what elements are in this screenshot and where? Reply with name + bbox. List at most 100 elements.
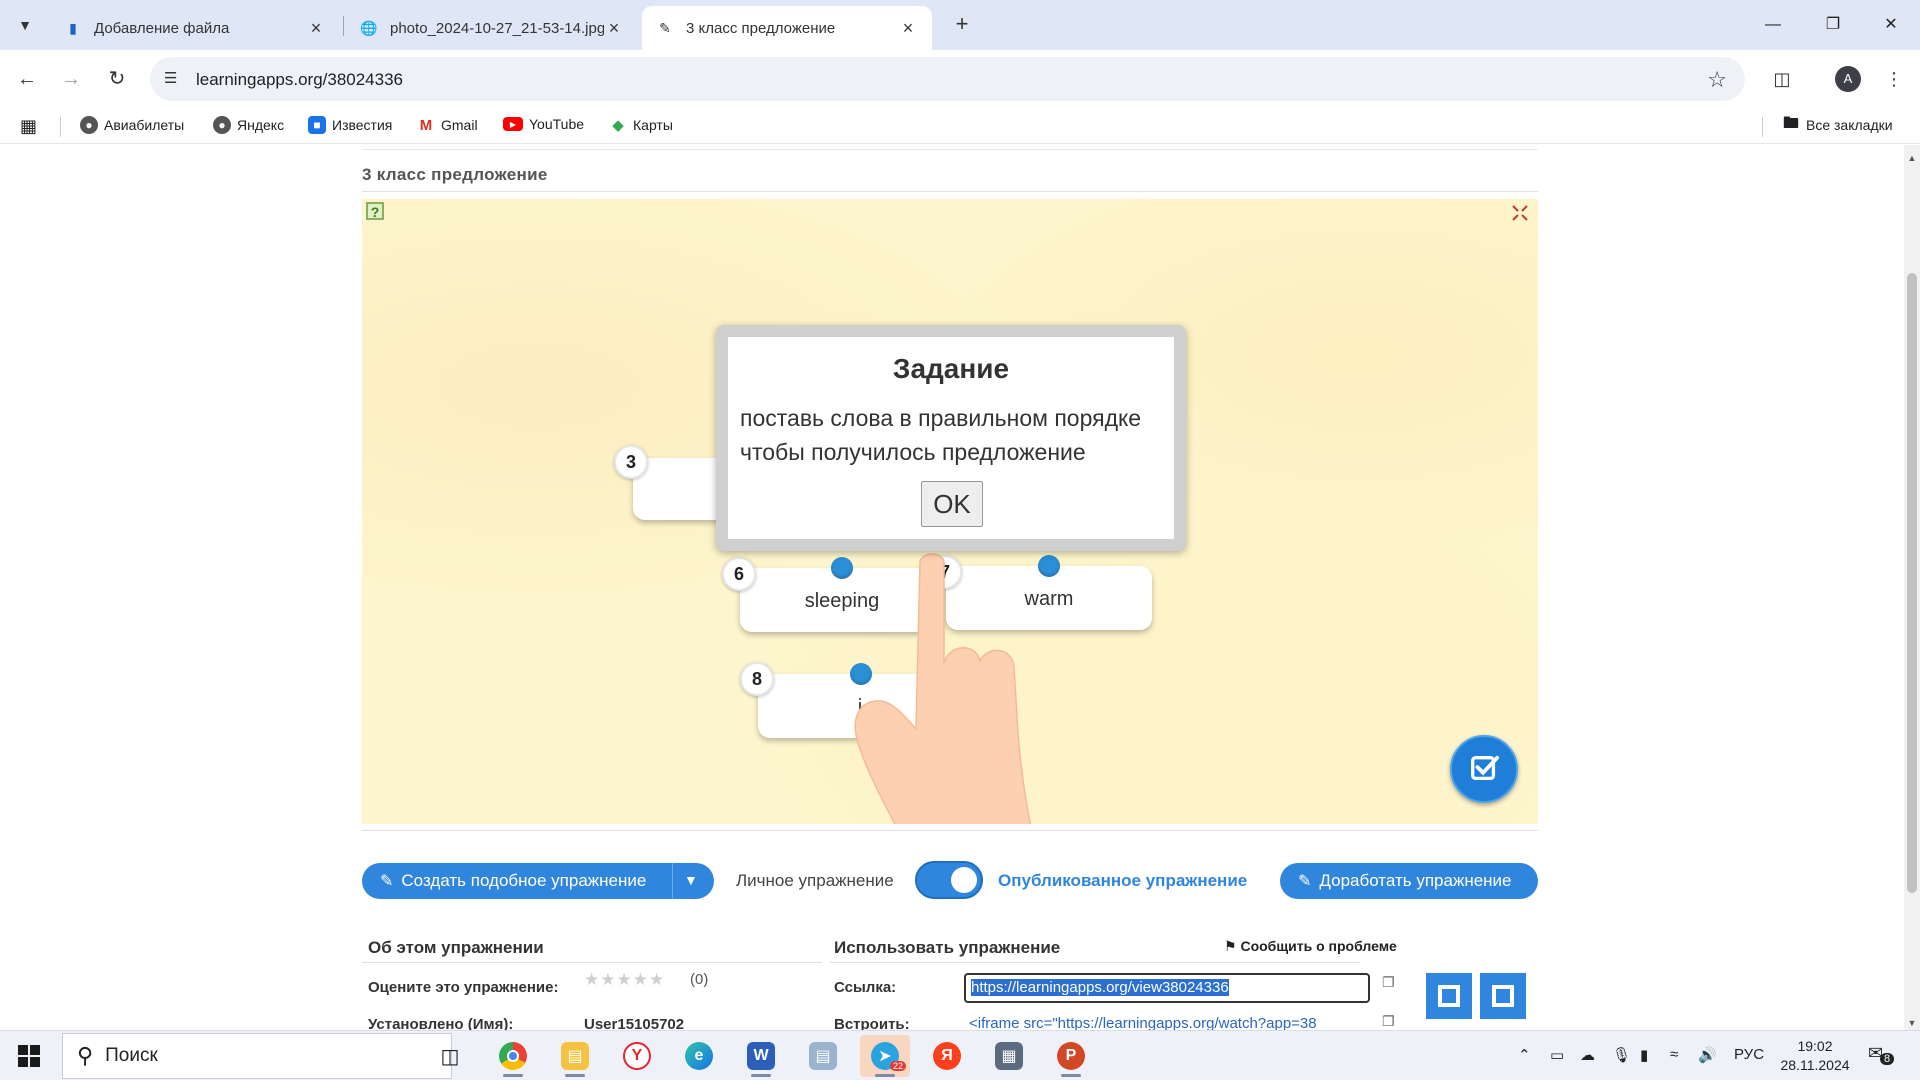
youtube-icon: ▶ (503, 117, 523, 131)
yandex-browser-app[interactable]: Y (612, 1035, 662, 1077)
profile-avatar[interactable]: A (1835, 66, 1861, 92)
izvestia-icon: ■ (308, 116, 326, 134)
bookmark-izvestia[interactable]: ■ Известия (308, 116, 392, 134)
create-similar-button[interactable]: ✎ Создать подобное упражнение ▼ (362, 863, 714, 899)
tab-search-button[interactable]: ▼ (10, 12, 40, 38)
bookmark-youtube[interactable]: ▶ YouTube (503, 116, 584, 132)
dialog-title: Задание (892, 353, 1010, 384)
menu-button[interactable]: ⋮ (1878, 64, 1910, 94)
bookmark-separator (1762, 117, 1763, 137)
all-bookmarks-button[interactable]: 🖿 Все закладки (1782, 114, 1893, 134)
edit-exercise-button[interactable]: ✎ Доработать упражнение (1280, 863, 1538, 899)
divider (830, 962, 1360, 963)
url-text[interactable]: learningapps.org/38024336 (196, 70, 403, 90)
bookmark-aviabilety[interactable]: ● Авиабилеты (80, 116, 184, 134)
windows-start-icon[interactable] (18, 1045, 40, 1067)
new-tab-button[interactable]: + (950, 12, 974, 38)
qr-code-icon[interactable] (1480, 973, 1526, 1019)
bookmark-gmail[interactable]: M Gmail (417, 116, 478, 134)
yandex-icon: Я (933, 1042, 961, 1070)
back-button[interactable]: ← (12, 64, 42, 94)
apps-grid-icon: ▦ (20, 116, 38, 136)
share-link-input[interactable]: https://learningapps.org/view38024336 (964, 973, 1370, 1003)
ok-button[interactable]: OK (921, 481, 983, 527)
calculator-icon: ▦ (995, 1042, 1023, 1070)
language-indicator[interactable]: РУС (1734, 1046, 1764, 1063)
tab-exercise[interactable]: ✎ 3 класс предложение × (642, 6, 932, 50)
task-view-button[interactable]: ◫ (425, 1035, 475, 1077)
edit-icon: ✎ (380, 873, 394, 890)
scroll-up-icon[interactable]: ▲ (1907, 153, 1917, 163)
volume-icon[interactable]: 🔊 (1698, 1046, 1717, 1064)
powerpoint-icon: P (1057, 1042, 1085, 1070)
star-icon[interactable]: ☆ (1707, 67, 1727, 93)
folder-icon: 🖿 (1782, 114, 1799, 132)
caret-down-icon[interactable]: ▼ (684, 872, 698, 888)
clock[interactable]: 19:02 28.11.2024 (1770, 1037, 1860, 1075)
fullscreen-icon[interactable] (1512, 205, 1528, 221)
link-value: https://learningapps.org/view38024336 (971, 979, 1229, 996)
restore-button[interactable]: ❐ (1818, 10, 1848, 40)
battery-icon[interactable]: ▮ (1640, 1046, 1648, 1064)
yandex-browser-icon: Y (623, 1042, 651, 1070)
taskbar-search[interactable]: ⚲ Поиск (62, 1033, 452, 1079)
address-bar[interactable]: ☰ learningapps.org/38024336 ☆ (150, 57, 1745, 101)
scroll-thumb[interactable] (1907, 273, 1917, 893)
device-icon[interactable]: ▭ (1550, 1046, 1564, 1064)
bookmark-yandex[interactable]: ● Яндекс (213, 116, 284, 134)
close-icon[interactable]: × (898, 18, 918, 39)
check-answer-button[interactable] (1450, 735, 1518, 803)
site-info-icon[interactable]: ☰ (164, 69, 177, 87)
calculator-app[interactable]: ▦ (984, 1035, 1034, 1077)
telegram-app[interactable]: ➤ 22 (860, 1035, 910, 1077)
chrome-app[interactable] (488, 1035, 538, 1077)
arrow-right-icon: → (61, 68, 81, 90)
cloud-icon[interactable]: ☁ (1580, 1046, 1595, 1064)
scanner-app[interactable]: ▤ (798, 1035, 848, 1077)
tab-photo[interactable]: 🌐 photo_2024-10-27_21-53-14.jpg × (346, 6, 638, 50)
minimize-button[interactable]: — (1758, 10, 1788, 40)
notifications-button[interactable]: ✉ 8 (1868, 1043, 1895, 1065)
close-icon[interactable]: × (604, 18, 624, 39)
copy-icon[interactable]: ❐ (1382, 1013, 1398, 1029)
bookmark-maps[interactable]: ◆ Карты (609, 116, 673, 134)
folder-icon: ▤ (561, 1042, 589, 1070)
book-icon: ▮ (69, 19, 77, 36)
help-icon[interactable]: ? (365, 201, 387, 223)
copy-icon[interactable]: ❐ (1382, 974, 1398, 990)
tab-separator (343, 16, 344, 36)
microphone-icon[interactable]: 🎙 (1612, 1046, 1631, 1064)
embed-code-input[interactable]: <iframe src="https://learningapps.org/wa… (964, 1011, 1370, 1030)
clock-time: 19:02 (1797, 1038, 1833, 1054)
publish-toggle[interactable] (915, 861, 983, 899)
page-title: 3 класс предложение (362, 165, 548, 184)
link-label: Ссылка: (834, 979, 897, 996)
reload-icon: ↻ (108, 68, 126, 90)
forward-button[interactable]: → (56, 64, 86, 94)
tab-title: photo_2024-10-27_21-53-14.jpg (390, 19, 604, 37)
fullscreen-share-icon[interactable] (1426, 973, 1472, 1019)
edge-icon: e (685, 1042, 713, 1070)
flag-icon: ⚑ (1224, 938, 1237, 954)
yandex-app[interactable]: Я (922, 1035, 972, 1077)
page-content: 3 класс предложение ? 3 sleeping 6 warm … (0, 145, 1920, 1030)
page-scrollbar[interactable]: ▲ ▼ (1904, 145, 1920, 1030)
apps-button[interactable]: ▦ (20, 116, 37, 137)
wifi-icon[interactable]: ≈ (1670, 1046, 1678, 1063)
edge-app[interactable]: e (674, 1035, 724, 1077)
chevron-down-icon: ▼ (18, 17, 32, 33)
close-icon[interactable]: × (306, 18, 326, 39)
exercise-app[interactable]: ? 3 sleeping 6 warm 7 i 8 Задание постав… (362, 199, 1538, 824)
rating-stars[interactable]: ★★★★★ (584, 970, 665, 990)
reload-button[interactable]: ↻ (102, 64, 132, 94)
word-app[interactable]: W (736, 1035, 786, 1077)
scroll-down-icon[interactable]: ▼ (1907, 1018, 1917, 1028)
show-hidden-icons[interactable]: ⌃ (1518, 1046, 1531, 1064)
file-explorer-app[interactable]: ▤ (550, 1035, 600, 1077)
powerpoint-app[interactable]: P (1046, 1035, 1096, 1077)
report-problem-link[interactable]: ⚑ Сообщить о проблеме (1224, 938, 1397, 955)
extensions-button[interactable]: ◫ (1766, 64, 1798, 94)
bookmarks-bar: ▦ ● Авиабилеты ● Яндекс ■ Известия M Gma… (0, 108, 1920, 144)
window-close-button[interactable]: ✕ (1876, 10, 1906, 40)
tab-add-file[interactable]: ▮ Добавление файла × (50, 6, 340, 50)
